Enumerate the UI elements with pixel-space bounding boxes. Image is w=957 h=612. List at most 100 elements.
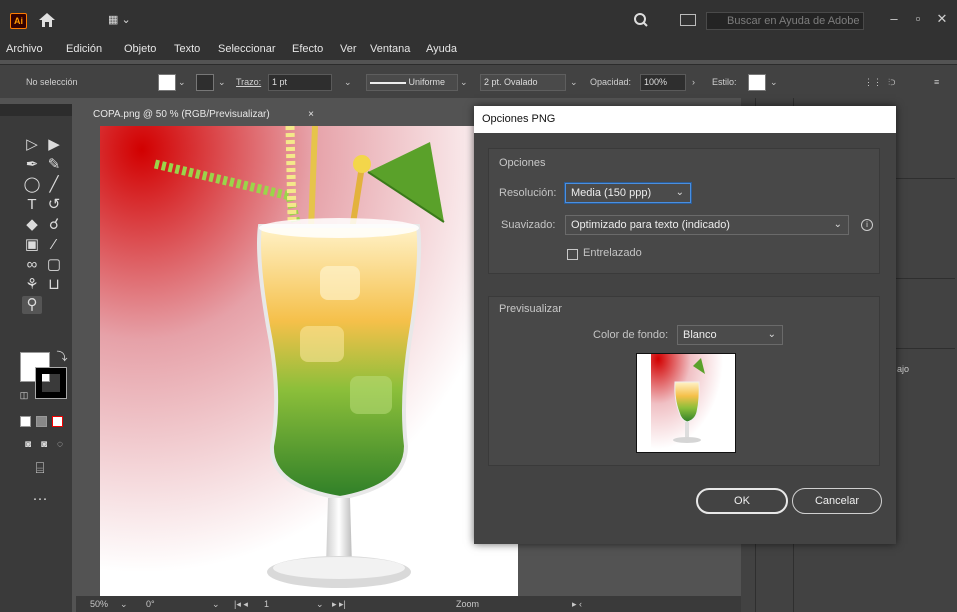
menu-ver[interactable]: Ver bbox=[340, 43, 357, 55]
arrange-documents-icon[interactable] bbox=[680, 14, 696, 26]
eyedropper-tool-icon[interactable]: ⁄ bbox=[44, 236, 64, 254]
menu-archivo[interactable]: Archivo bbox=[6, 43, 43, 55]
default-colors-icon[interactable]: ◫ bbox=[14, 386, 34, 404]
first-artboard-icon[interactable]: |◂ ◂ bbox=[234, 599, 248, 610]
options-group: Opciones Resolución: Media (150 ppp) ⌄ S… bbox=[488, 148, 880, 274]
help-search-input[interactable]: Buscar en Ayuda de Adobe bbox=[706, 12, 864, 30]
preview-image bbox=[651, 354, 723, 452]
close-document-icon[interactable]: × bbox=[304, 104, 318, 126]
draw-inside-icon[interactable]: ◌ bbox=[50, 436, 70, 454]
eraser-tool-icon[interactable]: ◆ bbox=[22, 216, 42, 234]
brush-dropdown-icon[interactable]: ⌄ bbox=[570, 75, 582, 89]
pencil-tool-icon[interactable]: ╱ bbox=[44, 176, 64, 194]
bg-color-select[interactable]: Blanco ⌄ bbox=[677, 325, 783, 345]
chevron-down-icon: ⌄ bbox=[767, 329, 776, 340]
cancel-button[interactable]: Cancelar bbox=[792, 488, 882, 514]
artboard[interactable] bbox=[100, 126, 518, 596]
edit-toolbar-icon[interactable]: ··· bbox=[30, 490, 50, 508]
graphic-style-swatch[interactable] bbox=[748, 74, 766, 91]
menu-bar: Archivo Edición Objeto Texto Seleccionar… bbox=[0, 40, 957, 60]
opacity-field[interactable]: 100% bbox=[640, 74, 686, 91]
info-icon[interactable]: i bbox=[861, 219, 873, 231]
curvature-tool-icon[interactable]: ✎ bbox=[44, 156, 64, 174]
document-tab-title: COPA.png @ 50 % (RGB/Previsualizar) bbox=[93, 109, 270, 120]
workspace-switcher-icon[interactable]: ▦ ⌄ bbox=[108, 13, 134, 27]
antialias-select[interactable]: Optimizado para texto (indicado) ⌄ bbox=[565, 215, 849, 235]
opacity-arrow-icon[interactable]: › bbox=[692, 75, 704, 89]
menu-edicion[interactable]: Edición bbox=[66, 43, 102, 55]
profile-dropdown-icon[interactable]: ⌄ bbox=[460, 75, 472, 89]
type-tool-icon[interactable]: T bbox=[22, 196, 42, 214]
resolution-value: Media (150 ppp) bbox=[571, 187, 652, 199]
artboard-tool-icon[interactable]: ▢ bbox=[44, 256, 64, 274]
direct-selection-tool-icon[interactable]: ▶ bbox=[44, 136, 64, 154]
home-icon[interactable] bbox=[38, 11, 56, 29]
blend-tool-icon[interactable]: ∞ bbox=[22, 256, 42, 274]
status-menu-arrow-icon[interactable]: ▸ ‹ bbox=[572, 599, 582, 610]
ok-button[interactable]: OK bbox=[696, 488, 788, 514]
close-window-button[interactable]: ✕ bbox=[932, 10, 952, 28]
fill-dropdown-icon[interactable]: ⌄ bbox=[178, 75, 190, 89]
antialias-label: Suavizado: bbox=[501, 219, 556, 231]
menu-objeto[interactable]: Objeto bbox=[124, 43, 156, 55]
resolution-select[interactable]: Media (150 ppp) ⌄ bbox=[565, 183, 691, 203]
stroke-weight-field[interactable]: 1 pt bbox=[268, 74, 332, 91]
zoom-dropdown-icon[interactable]: ⌄ bbox=[120, 599, 128, 610]
pen-tool-icon[interactable]: ✒ bbox=[22, 156, 42, 174]
brush-definition[interactable]: 2 pt. Ovalado bbox=[480, 74, 566, 91]
style-dropdown-icon[interactable]: ⌄ bbox=[770, 75, 782, 89]
align-icon[interactable]: ⋮⋮ bbox=[864, 75, 882, 89]
menu-seleccionar[interactable]: Seleccionar bbox=[218, 43, 275, 55]
swap-fill-stroke-icon[interactable]: ⤵ bbox=[52, 348, 72, 366]
slice-tool-icon[interactable]: ⊔ bbox=[44, 276, 64, 294]
variable-width-profile[interactable]: Uniforme bbox=[366, 74, 458, 91]
antialias-value: Optimizado para texto (indicado) bbox=[571, 219, 730, 231]
illustrator-window: Ai ▦ ⌄ Buscar en Ayuda de Adobe – ▫ ✕ Ar… bbox=[0, 0, 957, 612]
symbol-sprayer-tool-icon[interactable]: ⚘ bbox=[22, 276, 42, 294]
fill-color-swatch[interactable] bbox=[158, 74, 176, 91]
screen-mode-icon[interactable]: ⌸ bbox=[30, 460, 50, 478]
minimize-button[interactable]: – bbox=[884, 10, 904, 28]
interlaced-label[interactable]: Entrelazado bbox=[583, 247, 642, 259]
color-mode-icon[interactable] bbox=[20, 416, 31, 427]
search-people-icon[interactable] bbox=[632, 11, 650, 29]
ellipse-tool-icon[interactable]: ◯ bbox=[22, 176, 42, 194]
stroke-label[interactable]: Trazo: bbox=[236, 77, 261, 87]
selection-tool-icon[interactable]: ▷ bbox=[22, 136, 42, 154]
gradient-mode-icon[interactable] bbox=[36, 416, 47, 427]
rotate-tool-icon[interactable]: ↺ bbox=[44, 196, 64, 214]
zoom-level-field[interactable]: 50% bbox=[90, 599, 108, 609]
menu-ventana[interactable]: Ventana bbox=[370, 43, 410, 55]
zoom-tool-icon[interactable]: ⚲ bbox=[22, 296, 42, 314]
next-artboard-icon[interactable]: ▸ ▸| bbox=[332, 599, 346, 610]
none-mode-icon[interactable] bbox=[52, 416, 63, 427]
document-tab[interactable]: COPA.png @ 50 % (RGB/Previsualizar) × bbox=[84, 104, 320, 126]
menu-texto[interactable]: Texto bbox=[174, 43, 200, 55]
png-preview-thumbnail bbox=[636, 353, 736, 453]
resolution-label: Resolución: bbox=[499, 187, 557, 199]
transform-icon[interactable]: ⫶⊃ bbox=[888, 75, 910, 89]
selection-status: No selección bbox=[26, 77, 78, 87]
stroke-swatch[interactable] bbox=[35, 367, 67, 399]
interlaced-checkbox[interactable] bbox=[567, 249, 578, 260]
profile-label: Uniforme bbox=[408, 77, 446, 87]
panel-menu-icon[interactable]: ≡ bbox=[934, 75, 948, 89]
rotation-dropdown-icon[interactable]: ⌄ bbox=[212, 599, 220, 610]
preview-group-title: Previsualizar bbox=[499, 303, 562, 315]
stroke-dropdown-icon[interactable]: ⌄ bbox=[218, 75, 230, 89]
status-bar: 50% ⌄ 0° ⌄ |◂ ◂ 1 ⌄ ▸ ▸| Zoom ▸ ‹ bbox=[76, 596, 741, 612]
stroke-color-swatch[interactable] bbox=[196, 74, 214, 91]
gradient-tool-icon[interactable]: ▣ bbox=[22, 236, 42, 254]
puppet-warp-tool-icon[interactable]: ☌ bbox=[44, 216, 64, 234]
style-label: Estilo: bbox=[712, 77, 737, 87]
maximize-button[interactable]: ▫ bbox=[908, 10, 928, 28]
tools-panel-header[interactable] bbox=[0, 104, 72, 116]
artboard-dropdown-icon[interactable]: ⌄ bbox=[316, 599, 324, 610]
rotation-field[interactable]: 0° bbox=[146, 599, 155, 609]
stroke-weight-dropdown-icon[interactable]: ⌄ bbox=[344, 75, 356, 89]
opacity-label[interactable]: Opacidad: bbox=[590, 77, 631, 87]
artboard-number-field[interactable]: 1 bbox=[264, 599, 269, 609]
menu-ayuda[interactable]: Ayuda bbox=[426, 43, 457, 55]
menu-efecto[interactable]: Efecto bbox=[292, 43, 323, 55]
options-group-title: Opciones bbox=[499, 157, 546, 169]
